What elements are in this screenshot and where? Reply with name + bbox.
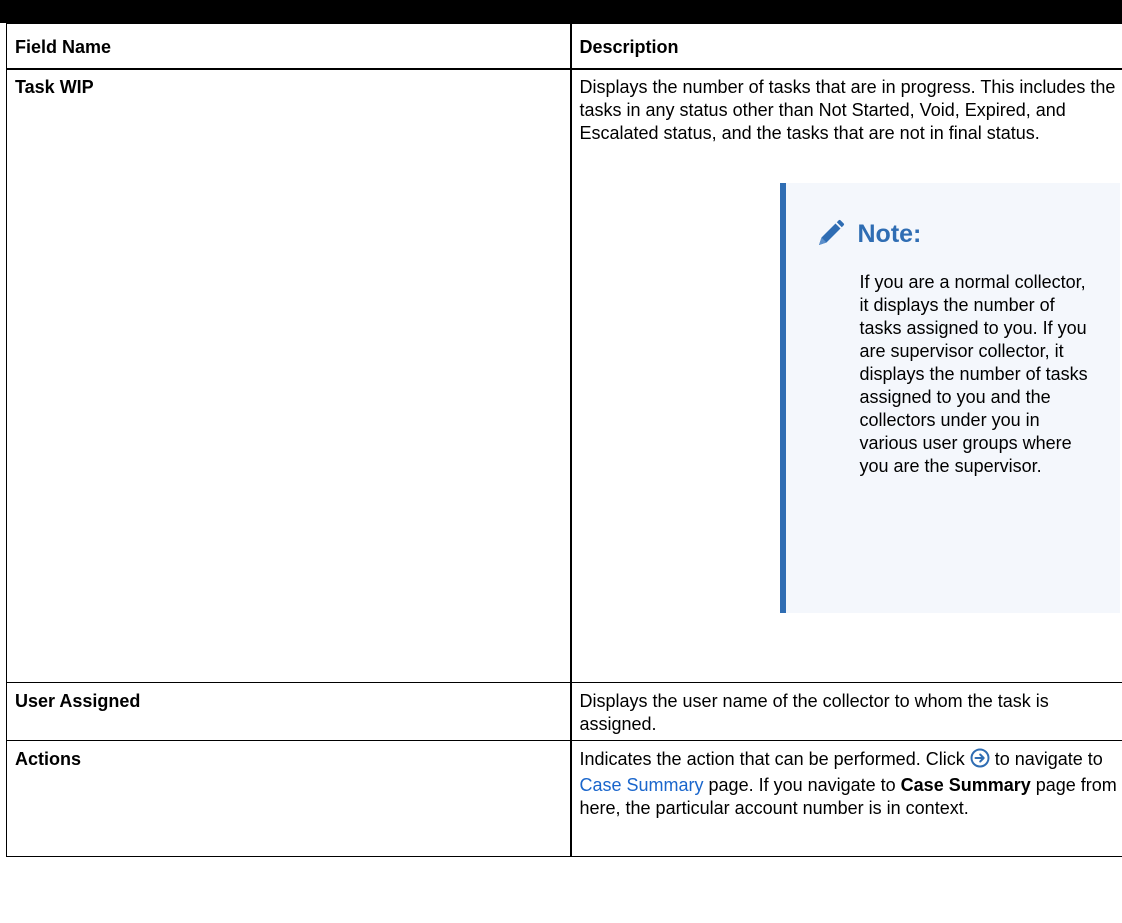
actions-text-mid: page. If you navigate to xyxy=(703,775,901,795)
case-summary-link[interactable]: Case Summary xyxy=(580,775,704,795)
table-row: User Assigned Displays the user name of … xyxy=(6,682,1122,741)
actions-text-post-icon: to navigate to xyxy=(989,749,1103,769)
field-description-table: Field Name Description Task WIP Displays… xyxy=(6,23,1122,857)
table-header-row: Field Name Description xyxy=(6,23,1122,70)
arrow-circle-right-icon[interactable] xyxy=(970,748,990,774)
table-row: Actions Indicates the action that can be… xyxy=(6,740,1122,857)
field-name-task-wip: Task WIP xyxy=(6,68,572,683)
case-summary-bold: Case Summary xyxy=(900,775,1031,795)
header-field-name: Field Name xyxy=(6,23,572,70)
field-name-actions: Actions xyxy=(6,740,572,857)
actions-text-pre: Indicates the action that can be perform… xyxy=(579,749,970,769)
description-task-wip: Displays the number of tasks that are in… xyxy=(579,77,1116,143)
description-actions: Indicates the action that can be perform… xyxy=(570,740,1122,857)
pencil-icon xyxy=(814,218,846,250)
top-rule xyxy=(0,0,1122,23)
note-box: Note: If you are a normal collector, it … xyxy=(779,183,1120,613)
field-name-user-assigned: User Assigned xyxy=(6,682,572,741)
note-title: Note: xyxy=(857,220,922,248)
header-description: Description xyxy=(570,23,1122,70)
note-body: If you are a normal collector, it displa… xyxy=(859,272,1088,476)
description-cell-task-wip: Displays the number of tasks that are in… xyxy=(570,68,1122,683)
description-user-assigned: Displays the user name of the collector … xyxy=(570,682,1122,741)
table-row: Task WIP Displays the number of tasks th… xyxy=(6,68,1122,683)
note-header: Note: xyxy=(814,218,1120,250)
